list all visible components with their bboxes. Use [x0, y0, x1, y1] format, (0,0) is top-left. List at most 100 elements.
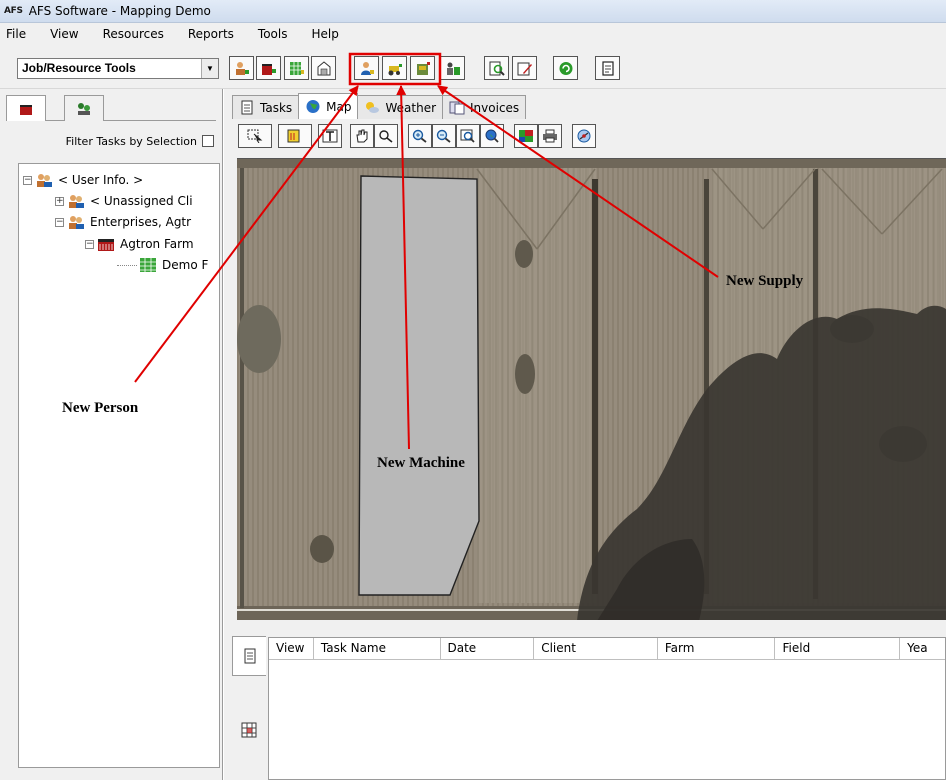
tab-resources[interactable] — [64, 95, 104, 121]
zoom-layer-icon — [460, 129, 475, 143]
title-bar: AFS AFS Software - Mapping Demo — [0, 0, 946, 23]
new-farm-button[interactable] — [256, 56, 281, 80]
callout-new-supply: New Supply — [726, 273, 804, 289]
new-storage-icon — [317, 60, 330, 75]
resource-tree-icon — [78, 102, 90, 115]
window-title: AFS Software - Mapping Demo — [28, 4, 211, 18]
gps-button[interactable] — [572, 124, 596, 148]
new-person-button[interactable] — [354, 56, 379, 80]
zoom-in-button[interactable] — [408, 124, 432, 148]
new-storage-button[interactable] — [311, 56, 336, 80]
tab-label: Map — [326, 99, 352, 114]
edit-button[interactable] — [512, 56, 537, 80]
magnify-icon — [489, 61, 505, 76]
new-field-button[interactable] — [284, 56, 309, 80]
document-button[interactable] — [595, 56, 620, 80]
tree-node-enterprises[interactable]: − Enterprises, Agtr — [55, 212, 191, 232]
main-toolbar: Job/Resource Tools ▼ — [0, 45, 946, 89]
field-boundary-polygon[interactable] — [358, 175, 480, 596]
task-grid-header: View Task Name Date Client Farm Field Ye… — [269, 638, 945, 660]
main-tabs: Tasks Map Weather Invoices — [232, 93, 527, 119]
tree-node-agtron-farm[interactable]: − Agtron Farm — [85, 234, 194, 254]
identify-tool-button[interactable] — [374, 124, 398, 148]
left-panel-tabs — [6, 95, 216, 121]
refresh-button[interactable] — [553, 56, 578, 80]
task-side-tabs — [232, 628, 266, 780]
tree-node-unassigned[interactable]: + < Unassigned Cli — [55, 191, 193, 211]
search-button[interactable] — [484, 56, 509, 80]
task-grid: View Task Name Date Client Farm Field Ye… — [268, 637, 946, 780]
edit-icon — [517, 62, 532, 75]
collapse-icon[interactable]: − — [23, 175, 32, 185]
collapse-icon[interactable]: − — [55, 217, 64, 227]
app-icon: AFS — [4, 6, 23, 16]
tree-node-demo-field[interactable]: Demo F — [117, 255, 208, 275]
refresh-icon — [559, 61, 572, 75]
column-header-view[interactable]: View — [269, 638, 314, 660]
tab-weather[interactable]: Weather — [357, 95, 444, 119]
menu-bar: File View Resources Reports Tools Help — [0, 23, 946, 45]
new-client-button[interactable] — [229, 56, 254, 80]
zoom-extent-icon — [485, 129, 499, 143]
menu-resources[interactable]: Resources — [91, 23, 176, 45]
tab-label: Tasks — [260, 100, 293, 115]
print-button[interactable] — [538, 124, 562, 148]
menu-reports[interactable]: Reports — [176, 23, 246, 45]
new-machine-button[interactable] — [382, 56, 407, 80]
chevron-down-icon[interactable]: ▼ — [201, 59, 218, 78]
tool-group-select[interactable]: Job/Resource Tools ▼ — [17, 58, 219, 79]
document-icon — [601, 60, 614, 76]
image-layer-button[interactable] — [514, 124, 538, 148]
menu-view[interactable]: View — [38, 23, 90, 45]
left-panel: Filter Tasks by Selection − < User Info.… — [0, 89, 223, 780]
tab-label: Weather — [385, 100, 437, 115]
expand-icon[interactable]: + — [55, 196, 64, 206]
person-group-icon — [69, 195, 84, 208]
filter-tasks-row[interactable]: Filter Tasks by Selection — [0, 131, 220, 151]
collapse-icon[interactable]: − — [85, 239, 94, 249]
aerial-imagery[interactable] — [237, 159, 946, 620]
task-panel: View Task Name Date Client Farm Field Ye… — [224, 620, 946, 780]
select-tool-button[interactable] — [238, 124, 272, 148]
menu-file[interactable]: File — [0, 23, 38, 45]
zoom-layer-button[interactable] — [456, 124, 480, 148]
color-select-icon — [287, 129, 300, 143]
side-tab-tasks[interactable] — [232, 636, 266, 676]
tab-invoices[interactable]: Invoices — [442, 95, 527, 119]
tree-node-user-info[interactable]: − < User Info. > — [23, 170, 143, 190]
new-machine-icon — [388, 63, 402, 75]
color-tool-button[interactable] — [278, 124, 312, 148]
image-layer-icon — [519, 130, 533, 142]
zoom-out-button[interactable] — [432, 124, 456, 148]
new-supply-button[interactable] — [410, 56, 435, 80]
column-header-field[interactable]: Field — [775, 638, 901, 660]
printer-icon — [543, 129, 557, 143]
invoices-icon — [449, 101, 465, 115]
column-header-year[interactable]: Yea — [900, 638, 945, 660]
tree-node-label: Demo F — [162, 258, 209, 272]
tasks-icon — [244, 648, 255, 664]
column-header-date[interactable]: Date — [441, 638, 535, 660]
tab-label: Invoices — [470, 100, 520, 115]
zoom-extent-button[interactable] — [480, 124, 504, 148]
column-header-client[interactable]: Client — [534, 638, 658, 660]
menu-help[interactable]: Help — [299, 23, 350, 45]
tool-group-value: Job/Resource Tools — [22, 61, 136, 75]
pan-tool-button[interactable] — [350, 124, 374, 148]
callout-new-person: New Person — [62, 400, 139, 416]
column-header-farm[interactable]: Farm — [658, 638, 776, 660]
tab-farms[interactable] — [6, 95, 46, 121]
person-group-icon — [69, 216, 84, 229]
filter-tasks-checkbox[interactable] — [202, 135, 214, 147]
map-view[interactable] — [237, 158, 946, 620]
menu-tools[interactable]: Tools — [246, 23, 300, 45]
text-tool-icon — [322, 129, 338, 143]
column-header-task-name[interactable]: Task Name — [314, 638, 441, 660]
side-tab-grid[interactable] — [232, 710, 266, 750]
text-tool-button[interactable] — [318, 124, 342, 148]
tab-tasks[interactable]: Tasks — [232, 95, 300, 119]
tab-map[interactable]: Map — [298, 93, 359, 119]
new-resource-button[interactable] — [440, 56, 465, 80]
person-group-icon — [37, 174, 52, 187]
satellite-icon — [577, 129, 591, 143]
